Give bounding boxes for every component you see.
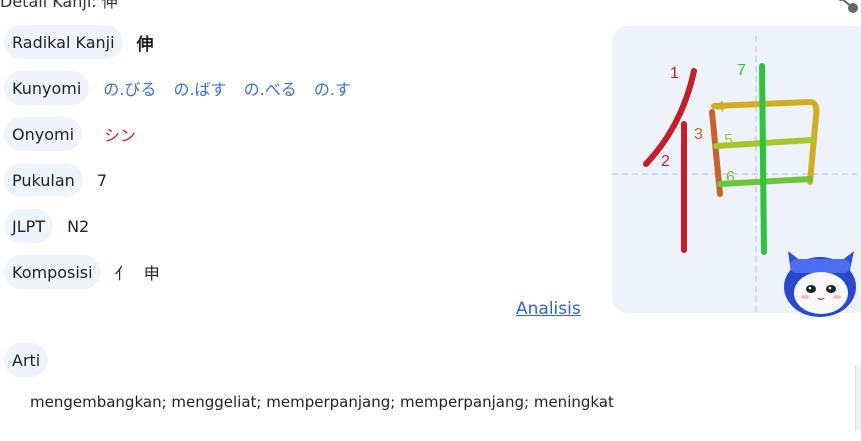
page-title: Detail Kanji: 伸	[0, 0, 118, 11]
stroke-number: 2	[661, 153, 670, 170]
strokes-label: Pukulan	[4, 163, 83, 197]
radical-row: Radikal Kanji 伸	[4, 25, 154, 59]
composition-part[interactable]: 申	[144, 264, 160, 283]
kunyomi-readings: の.びる の.ばす の.べる の.す	[103, 76, 363, 100]
meaning-text: mengembangkan; menggeliat; memperpanjang…	[30, 393, 614, 411]
kunyomi-reading[interactable]: の.べる	[244, 80, 297, 99]
jlpt-value: N2	[67, 216, 90, 236]
composition-row: Komposisi 亻 申	[4, 255, 160, 289]
radical-label: Radikal Kanji	[4, 25, 123, 59]
stroke-7	[759, 63, 767, 255]
analisis-link[interactable]: Analisis	[516, 299, 581, 319]
onyomi-value[interactable]: シン	[104, 122, 136, 146]
onyomi-label: Onyomi	[4, 117, 83, 151]
kunyomi-reading[interactable]: の.びる	[103, 80, 156, 99]
onyomi-row: Onyomi シン	[4, 117, 136, 151]
stroke-number: 3	[694, 126, 703, 143]
stroke-number: 6	[726, 169, 735, 186]
jlpt-row: JLPT N2	[4, 209, 89, 243]
composition-parts: 亻 申	[115, 260, 160, 284]
scrollbar[interactable]	[855, 365, 861, 430]
strokes-value: 7	[96, 170, 107, 190]
stroke-number: 4	[716, 99, 725, 116]
mascot-robot-icon[interactable]	[780, 245, 861, 317]
meaning-label: Arti	[4, 343, 49, 377]
kunyomi-label: Kunyomi	[4, 71, 90, 105]
radical-value[interactable]: 伸	[137, 30, 154, 55]
composition-part[interactable]: 亻	[115, 264, 131, 283]
meaning-row: Arti	[4, 343, 49, 377]
kunyomi-reading[interactable]: の.ばす	[173, 80, 226, 99]
kunyomi-row: Kunyomi の.びる の.ばす の.べる の.す	[4, 71, 363, 105]
kunyomi-reading[interactable]: の.す	[314, 80, 351, 99]
share-icon[interactable]	[831, 0, 861, 18]
composition-label: Komposisi	[4, 255, 101, 289]
stroke-number: 5	[724, 132, 733, 149]
stroke-number: 7	[737, 62, 746, 79]
jlpt-label: JLPT	[4, 209, 54, 243]
stroke-number: 1	[670, 65, 679, 82]
strokes-row: Pukulan 7	[4, 163, 107, 197]
